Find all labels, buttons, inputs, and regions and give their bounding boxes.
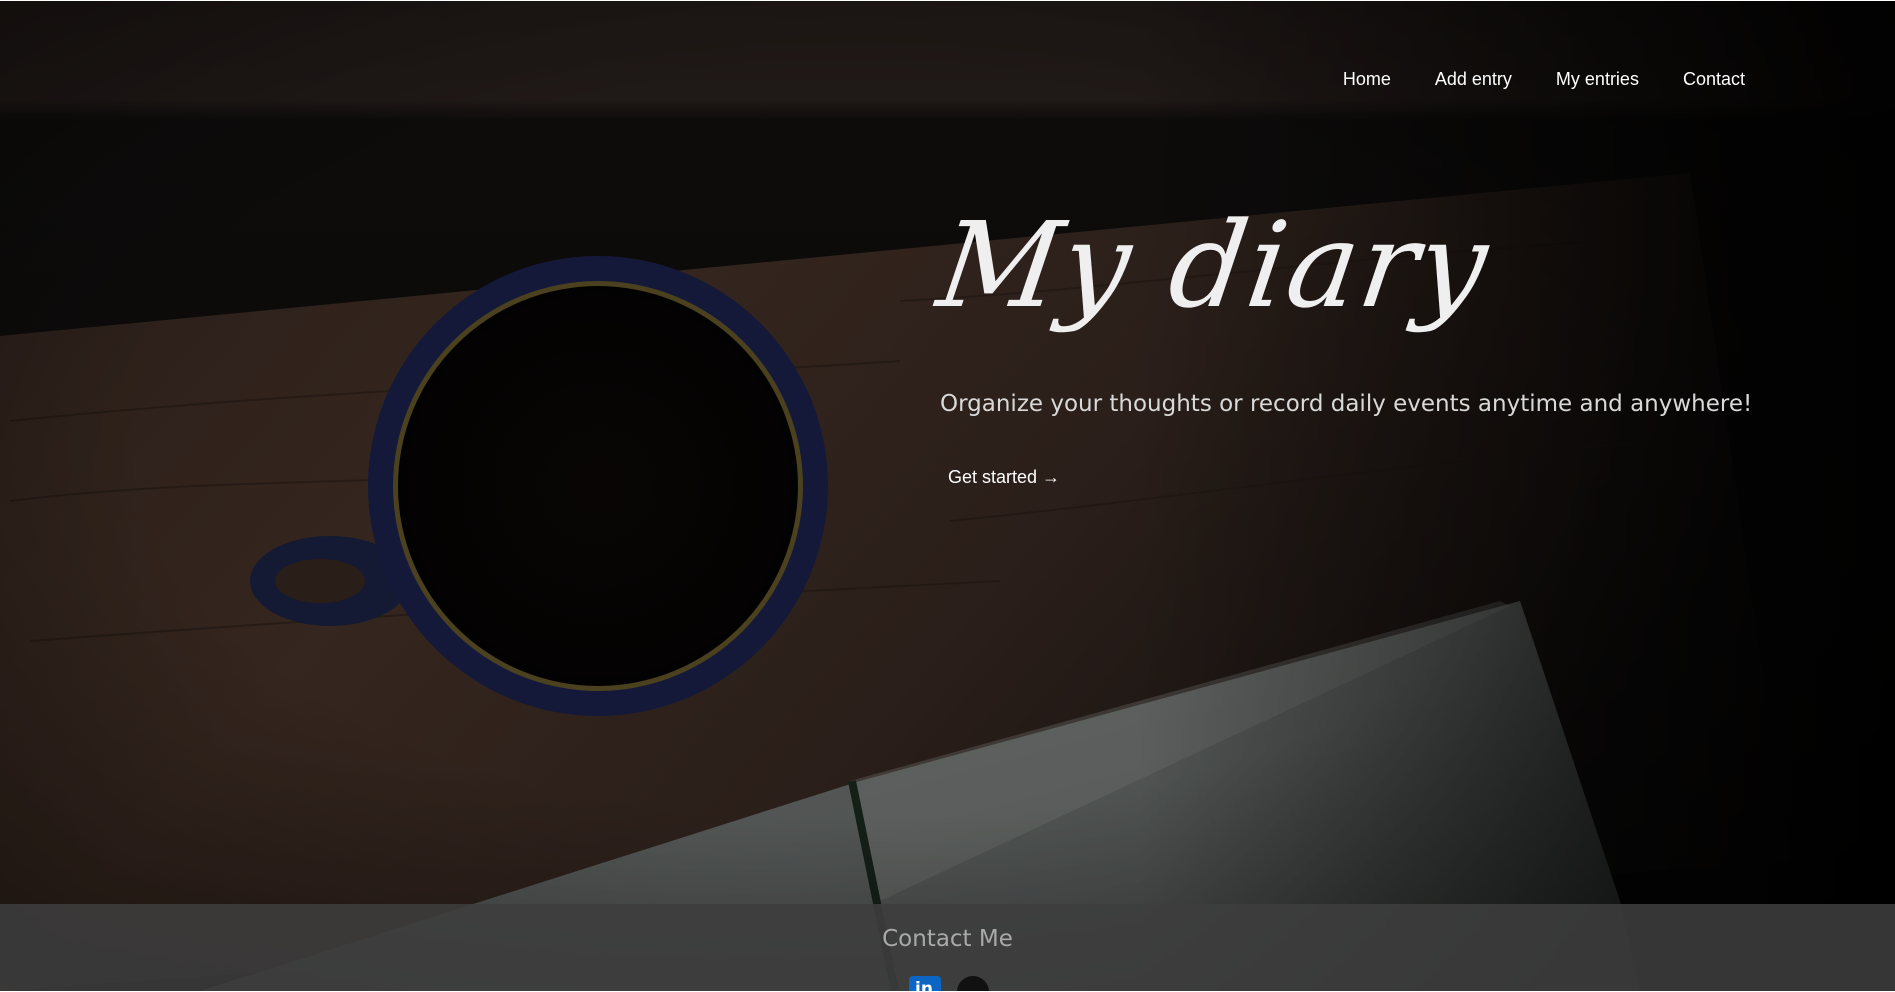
hero-section: Home Add entry My entries Contact My dia… <box>0 1 1895 991</box>
linkedin-glyph: in <box>915 979 933 991</box>
social-links: in <box>909 976 989 991</box>
footer: Contact Me in <box>0 904 1895 991</box>
nav-link-my-entries[interactable]: My entries <box>1534 67 1661 92</box>
github-icon[interactable] <box>957 976 989 991</box>
get-started-button[interactable]: Get started → <box>948 467 1060 488</box>
nav-link-contact[interactable]: Contact <box>1661 67 1767 92</box>
footer-title: Contact Me <box>882 926 1013 952</box>
nav-link-add-entry[interactable]: Add entry <box>1413 67 1534 92</box>
hero-background-image <box>0 1 1895 991</box>
linkedin-icon[interactable]: in <box>909 976 941 991</box>
nav-link-home[interactable]: Home <box>1321 67 1413 92</box>
page: Home Add entry My entries Contact My dia… <box>0 0 1895 992</box>
main-nav: Home Add entry My entries Contact <box>1321 67 1767 92</box>
hero-subtitle: Organize your thoughts or record daily e… <box>940 391 1753 417</box>
hero-title: My diary <box>930 196 1498 334</box>
